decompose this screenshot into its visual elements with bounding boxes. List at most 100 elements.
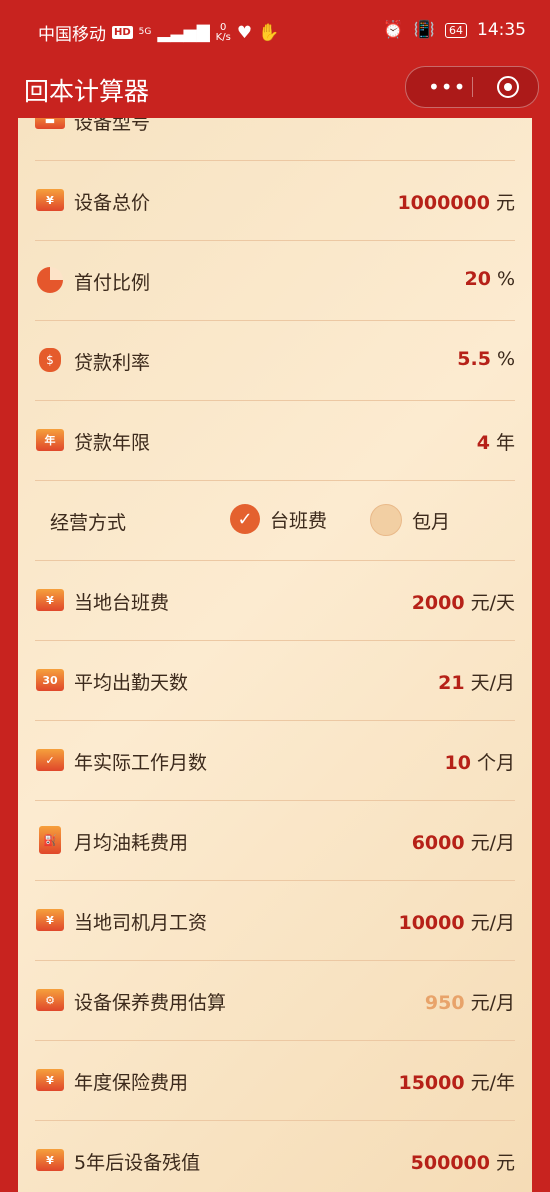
icon-glyph: ¥: [36, 1069, 64, 1091]
value-number: 5.5: [457, 348, 491, 370]
row-value[interactable]: 6000 元/月: [412, 828, 515, 855]
yuan-card-icon: ¥: [35, 586, 65, 614]
vibrate-icon: 📳: [413, 20, 435, 40]
row-value[interactable]: 10 个月: [445, 748, 515, 775]
value-unit: 元/月: [470, 992, 515, 1014]
row-attendance-days[interactable]: 30 平均出勤天数 21 天/月: [35, 640, 515, 721]
fuel-pump-icon: ⛽: [35, 826, 65, 854]
network-speed: 0 K/s: [215, 22, 231, 43]
row-loan-years[interactable]: 年 贷款年限 4年: [35, 400, 515, 481]
row-label: 设备型号: [74, 118, 151, 134]
heart-icon: ♥: [236, 22, 253, 43]
row-label: 5年后设备残值: [74, 1152, 201, 1174]
row-value[interactable]: 950 元/月: [425, 988, 515, 1015]
battery-indicator: 64: [445, 22, 467, 38]
row-value[interactable]: 4年: [477, 428, 515, 455]
row-daily-fee[interactable]: ¥ 当地台班费 2000 元/天: [35, 560, 515, 641]
value-unit: %: [496, 268, 515, 290]
row-interest-rate[interactable]: $ 贷款利率 5.5%: [35, 320, 515, 401]
radio-monthly[interactable]: 包月: [370, 504, 450, 536]
carrier-label: 中国移动: [38, 25, 106, 45]
row-value[interactable]: 20%: [464, 268, 515, 290]
icon-glyph: ¥: [36, 589, 64, 611]
row-value[interactable]: 500000 元: [411, 1148, 515, 1175]
hd-badge: HD: [112, 26, 133, 39]
value-unit: 年: [495, 432, 515, 454]
row-label: 年度保险费用: [74, 1072, 189, 1094]
row-label: 月均油耗费用: [74, 832, 189, 854]
operation-mode-label: 经营方式: [50, 512, 127, 534]
row-value[interactable]: 5.5%: [457, 348, 515, 370]
hand-icon: ✋: [258, 22, 280, 43]
calendar-year-icon: 年: [35, 426, 65, 454]
value-number: 950: [424, 992, 465, 1014]
value-number: 1000000: [397, 192, 490, 214]
status-bar: 中国移动 HD 5G ▂▃▅▇ 0 K/s ♥ ✋ ⏰ 📳 64 14:35: [0, 0, 550, 62]
row-device-model[interactable]: ▬ 设备型号: [35, 118, 515, 161]
app-title: 回本计算器: [24, 77, 150, 106]
title-bar: 回本计算器 •••: [0, 62, 550, 118]
row-down-payment[interactable]: 首付比例 20%: [35, 240, 515, 321]
icon-glyph: 年: [36, 429, 64, 451]
row-value[interactable]: 1000000 元: [397, 188, 515, 215]
maintenance-icon: ⚙: [35, 986, 65, 1014]
value-unit: %: [496, 348, 515, 370]
speed-unit: K/s: [215, 31, 231, 43]
calculator-form: ▬ 设备型号 ¥ 设备总价 1000000 元 首付比例 20% $ 贷款利率 5…: [18, 118, 532, 1192]
miniprogram-capsule: •••: [405, 66, 539, 108]
value-number: 2000: [411, 592, 465, 614]
row-value[interactable]: 2000 元/天: [412, 588, 515, 615]
row-work-months[interactable]: ✓ 年实际工作月数 10 个月: [35, 720, 515, 801]
row-value[interactable]: 10000 元/月: [398, 908, 515, 935]
value-number: 10: [444, 752, 471, 774]
value-number: 10000: [398, 912, 465, 934]
more-icon[interactable]: •••: [428, 75, 466, 99]
calendar-check-icon: ✓: [35, 746, 65, 774]
insurance-icon: ¥: [35, 1066, 65, 1094]
close-target-icon[interactable]: [497, 76, 519, 98]
value-unit: 个月: [476, 752, 515, 774]
capsule-divider: [472, 77, 473, 97]
truck-icon: ▬: [35, 118, 65, 134]
row-insurance-cost[interactable]: ¥ 年度保险费用 15000 元/年: [35, 1040, 515, 1121]
value-unit: 元: [495, 192, 515, 214]
value-number: 4: [476, 432, 490, 454]
row-label: 年实际工作月数: [74, 752, 208, 774]
network-type: 5G: [138, 27, 152, 37]
radio-daily-fee-label: 台班费: [270, 509, 328, 532]
icon-glyph: ✓: [36, 749, 64, 771]
clock: 14:35: [477, 20, 526, 40]
value-unit: 元: [495, 1152, 515, 1174]
calendar-30-icon: 30: [35, 666, 65, 694]
status-left: 中国移动 HD 5G ▂▃▅▇ 0 K/s ♥ ✋: [38, 20, 279, 45]
value-unit: 元/天: [470, 592, 515, 614]
row-maintenance-cost[interactable]: ⚙ 设备保养费用估算 950 元/月: [35, 960, 515, 1041]
pie-chart-icon: [35, 266, 65, 294]
radio-daily-fee[interactable]: ✓ 台班费: [230, 504, 327, 534]
check-icon: ✓: [230, 504, 260, 534]
row-total-price[interactable]: ¥ 设备总价 1000000 元: [35, 160, 515, 241]
value-number: 500000: [410, 1152, 490, 1174]
row-label: 当地司机月工资: [74, 912, 208, 934]
row-label: 贷款利率: [74, 352, 151, 374]
value-number: 6000: [411, 832, 465, 854]
value-number: 20: [464, 268, 491, 290]
row-label: 平均出勤天数: [74, 672, 189, 694]
row-fuel-cost[interactable]: ⛽ 月均油耗费用 6000 元/月: [35, 800, 515, 881]
radio-monthly-label: 包月: [412, 510, 451, 533]
row-value[interactable]: 15000 元/年: [398, 1068, 515, 1095]
icon-glyph: ¥: [36, 909, 64, 931]
icon-glyph: ⚙: [36, 989, 64, 1011]
money-bag-icon: $: [35, 346, 65, 374]
icon-glyph: ⛽: [39, 826, 61, 854]
row-residual-value[interactable]: ¥ 5年后设备残值 500000 元: [35, 1120, 515, 1192]
icon-glyph: ¥: [36, 1149, 64, 1171]
price-tag-icon: ¥: [35, 186, 65, 214]
value-number: 21: [438, 672, 465, 694]
row-driver-wage[interactable]: ¥ 当地司机月工资 10000 元/月: [35, 880, 515, 961]
value-unit: 元/月: [470, 912, 515, 934]
residual-truck-icon: ¥: [35, 1146, 65, 1174]
row-value[interactable]: 21 天/月: [438, 668, 515, 695]
radio-empty-icon: [370, 504, 402, 536]
wage-card-icon: ¥: [35, 906, 65, 934]
